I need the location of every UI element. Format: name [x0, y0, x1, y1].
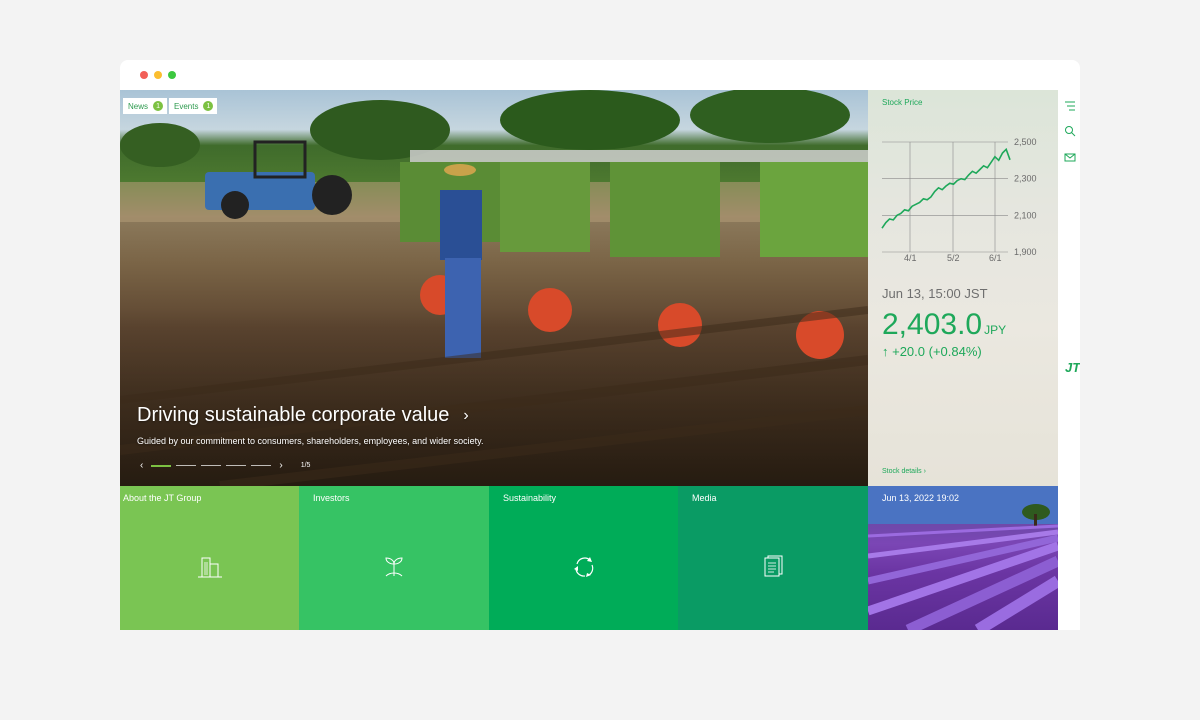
y-tick-label: 2,300 [1014, 174, 1037, 184]
slider-next-icon[interactable]: › [276, 460, 285, 471]
tile-label: About the JT Group [123, 493, 202, 503]
y-tick-label: 2,100 [1014, 210, 1037, 220]
news-event-tags: News 1 Events 1 [123, 98, 218, 114]
stock-chart: 2,500 2,300 2,100 1,900 4/1 5/2 6/1 [881, 137, 1037, 263]
y-tick-label: 2,500 [1014, 137, 1037, 147]
stock-change: ↑ +20.0 (+0.84%) [882, 344, 982, 359]
x-tick-label: 6/1 [989, 253, 1002, 263]
hero-banner[interactable]: News 1 Events 1 Driving sustainable corp… [120, 90, 868, 486]
stock-timestamp: Jun 13, 15:00 JST [882, 286, 988, 301]
slider-page-count: 1/5 [300, 462, 311, 469]
menu-icon[interactable] [1064, 100, 1076, 112]
window-titlebar [120, 60, 1080, 90]
tile-label: Media [692, 493, 717, 503]
lavender-timestamp: Jun 13, 2022 19:02 [882, 493, 960, 503]
y-tick-label: 1,900 [1014, 247, 1037, 257]
events-count-badge: 1 [203, 101, 214, 111]
mail-icon[interactable] [1064, 151, 1076, 163]
x-tick-label: 4/1 [904, 253, 917, 263]
news-count-badge: 1 [153, 101, 164, 111]
slider-prev-icon[interactable]: ‹ [137, 460, 146, 471]
events-tag-label: Events [174, 101, 199, 111]
events-tag[interactable]: Events 1 [169, 98, 218, 114]
tile-label: Investors [313, 493, 350, 503]
building-icon [197, 557, 222, 578]
news-tag-label: News [128, 101, 149, 111]
price-unit: JPY [984, 323, 1007, 337]
minimize-window-button[interactable] [154, 71, 162, 79]
price-number: 2,403.0 [882, 308, 983, 341]
document-icon [764, 555, 783, 577]
maximize-window-button[interactable] [168, 71, 176, 79]
jt-logo[interactable]: JT [1065, 360, 1080, 375]
stock-price-value: 2,403.0 JPY [882, 308, 1006, 342]
hero-title: Driving sustainable corporate value [137, 404, 450, 426]
sprout-icon [385, 557, 403, 577]
lavender-photo-tile[interactable]: Jun 13, 2022 19:02 [868, 486, 1058, 630]
tile-sustainability[interactable]: Sustainability [489, 486, 678, 630]
x-tick-label: 5/2 [947, 253, 960, 263]
stock-series-line [881, 147, 1011, 229]
cycle-icon [573, 557, 593, 577]
hero-title-link[interactable]: Driving sustainable corporate value › [137, 404, 469, 427]
search-icon[interactable] [1064, 125, 1076, 137]
hero-subtitle: Guided by our commitment to consumers, s… [137, 436, 484, 446]
slider-indicator-3[interactable] [201, 465, 222, 466]
slider-indicator-4[interactable] [226, 465, 247, 466]
news-tag[interactable]: News 1 [123, 98, 168, 114]
slider-indicator-1[interactable] [151, 464, 172, 467]
tile-media[interactable]: Media [678, 486, 868, 630]
slider-indicator-5[interactable] [251, 465, 272, 466]
lavender-field-image [868, 486, 1058, 630]
hero-slider-controls: ‹ › 1/5 [137, 460, 310, 471]
tile-investors[interactable]: Investors [299, 486, 489, 630]
tile-about-jt-group[interactable]: About the JT Group [120, 486, 299, 630]
close-window-button[interactable] [140, 71, 148, 79]
tile-label: Sustainability [503, 493, 557, 503]
right-utility-rail: JT [1058, 90, 1080, 630]
chevron-right-icon: › [463, 406, 469, 424]
browser-window: News 1 Events 1 Driving sustainable corp… [120, 60, 1080, 630]
slider-indicator-2[interactable] [176, 465, 197, 466]
stock-price-panel[interactable]: Stock Price 2,500 2,300 2,100 1,900 4/1 5/2 6/… [868, 90, 1058, 486]
stock-details-link[interactable]: Stock details › [882, 468, 926, 475]
